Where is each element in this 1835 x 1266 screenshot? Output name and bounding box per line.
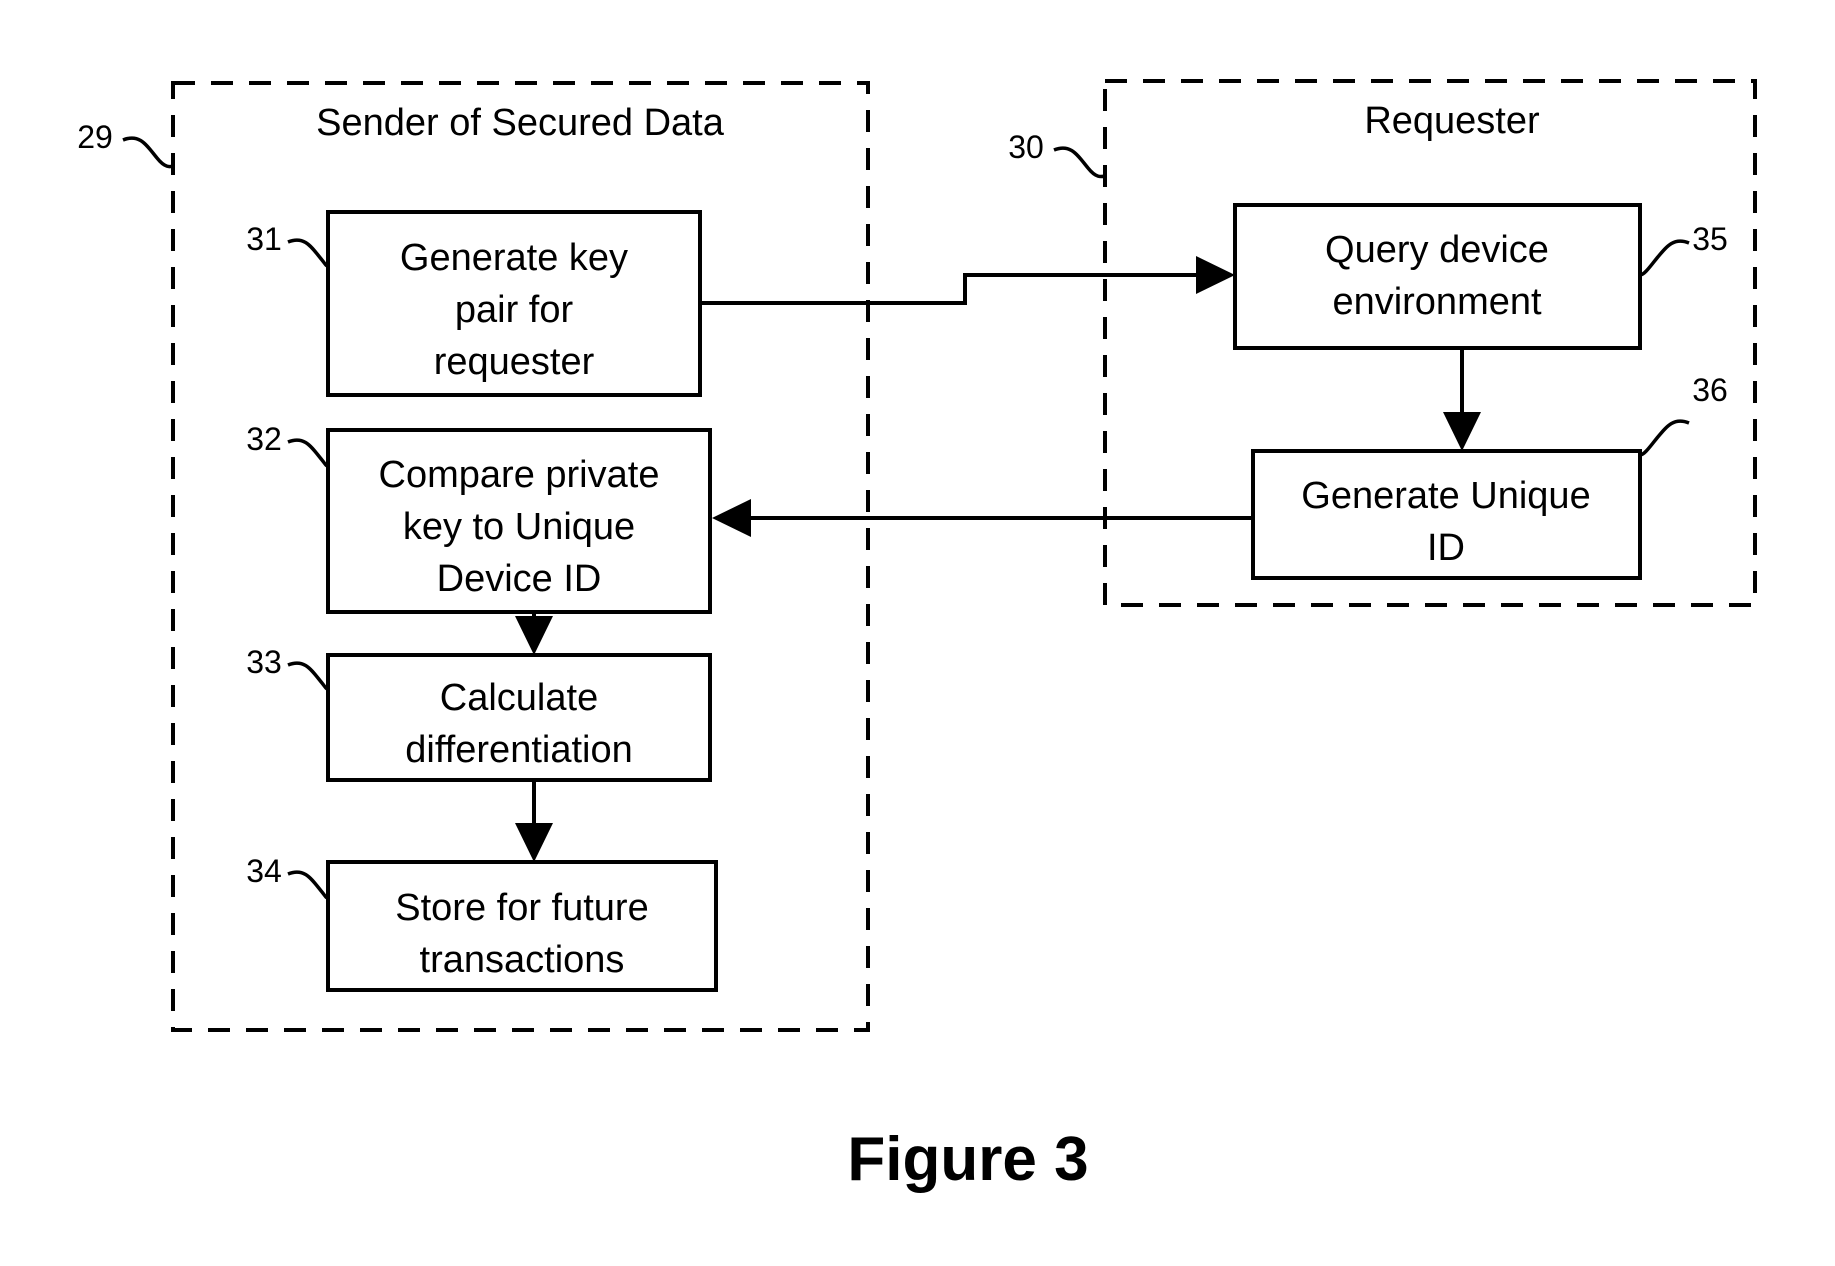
arrowhead-into-store [515, 823, 553, 862]
ref-number-35: 35 [1692, 221, 1728, 257]
group-title-requester: Requester [1364, 100, 1540, 142]
ref-number-32: 32 [246, 421, 282, 457]
box-compare-private-key-line-1: Compare private [379, 454, 660, 496]
leader-line-34 [287, 870, 329, 900]
leader-line-36 [1639, 419, 1690, 457]
leader-line-33 [287, 661, 329, 691]
flowchart-diagram: Sender of Secured Data Requester 29 30 G… [77, 79, 1757, 1194]
box-generate-key-pair-line-1: Generate key [400, 237, 628, 279]
arrowhead-into-compare-private-key [712, 499, 751, 537]
leader-line-35 [1639, 239, 1690, 277]
connector-generate-key-to-query-device [700, 273, 1222, 305]
box-generate-key-pair-line-2: pair for [455, 289, 574, 331]
leader-line-30 [1053, 146, 1106, 179]
ref-number-34: 34 [246, 853, 282, 889]
box-store-for-future-line-1: Store for future [395, 887, 648, 929]
ref-number-30: 30 [1008, 129, 1044, 165]
box-calculate-differentiation-line-2: differentiation [405, 729, 632, 771]
box-compare-private-key-line-2: key to Unique [403, 506, 635, 548]
box-generate-unique-id-line-1: Generate Unique [1301, 475, 1590, 517]
box-store-for-future-line-2: transactions [420, 939, 625, 981]
figure-canvas: Sender of Secured Data Requester 29 30 G… [0, 0, 1835, 1266]
box-query-device-environment-line-1: Query device [1325, 229, 1549, 271]
box-query-device-environment-line-2: environment [1332, 281, 1542, 323]
leader-line-31 [287, 238, 329, 268]
group-title-sender: Sender of Secured Data [316, 102, 725, 144]
leader-line-32 [287, 438, 329, 468]
ref-number-36: 36 [1692, 372, 1728, 408]
box-compare-private-key-line-3: Device ID [437, 558, 602, 600]
box-query-device-environment[interactable] [1233, 203, 1642, 350]
box-generate-unique-id-line-2: ID [1427, 527, 1465, 569]
ref-number-31: 31 [246, 221, 282, 257]
ref-number-33: 33 [246, 644, 282, 680]
arrowhead-into-calculate [515, 616, 553, 655]
ref-number-29: 29 [77, 119, 113, 155]
box-calculate-differentiation-line-1: Calculate [440, 677, 598, 719]
box-generate-key-pair-line-3: requester [434, 341, 595, 383]
arrowhead-into-generate-unique-id [1443, 412, 1481, 451]
figure-caption: Figure 3 [847, 1125, 1088, 1194]
leader-line-29 [122, 136, 174, 169]
arrowhead-into-query-device [1196, 256, 1235, 294]
